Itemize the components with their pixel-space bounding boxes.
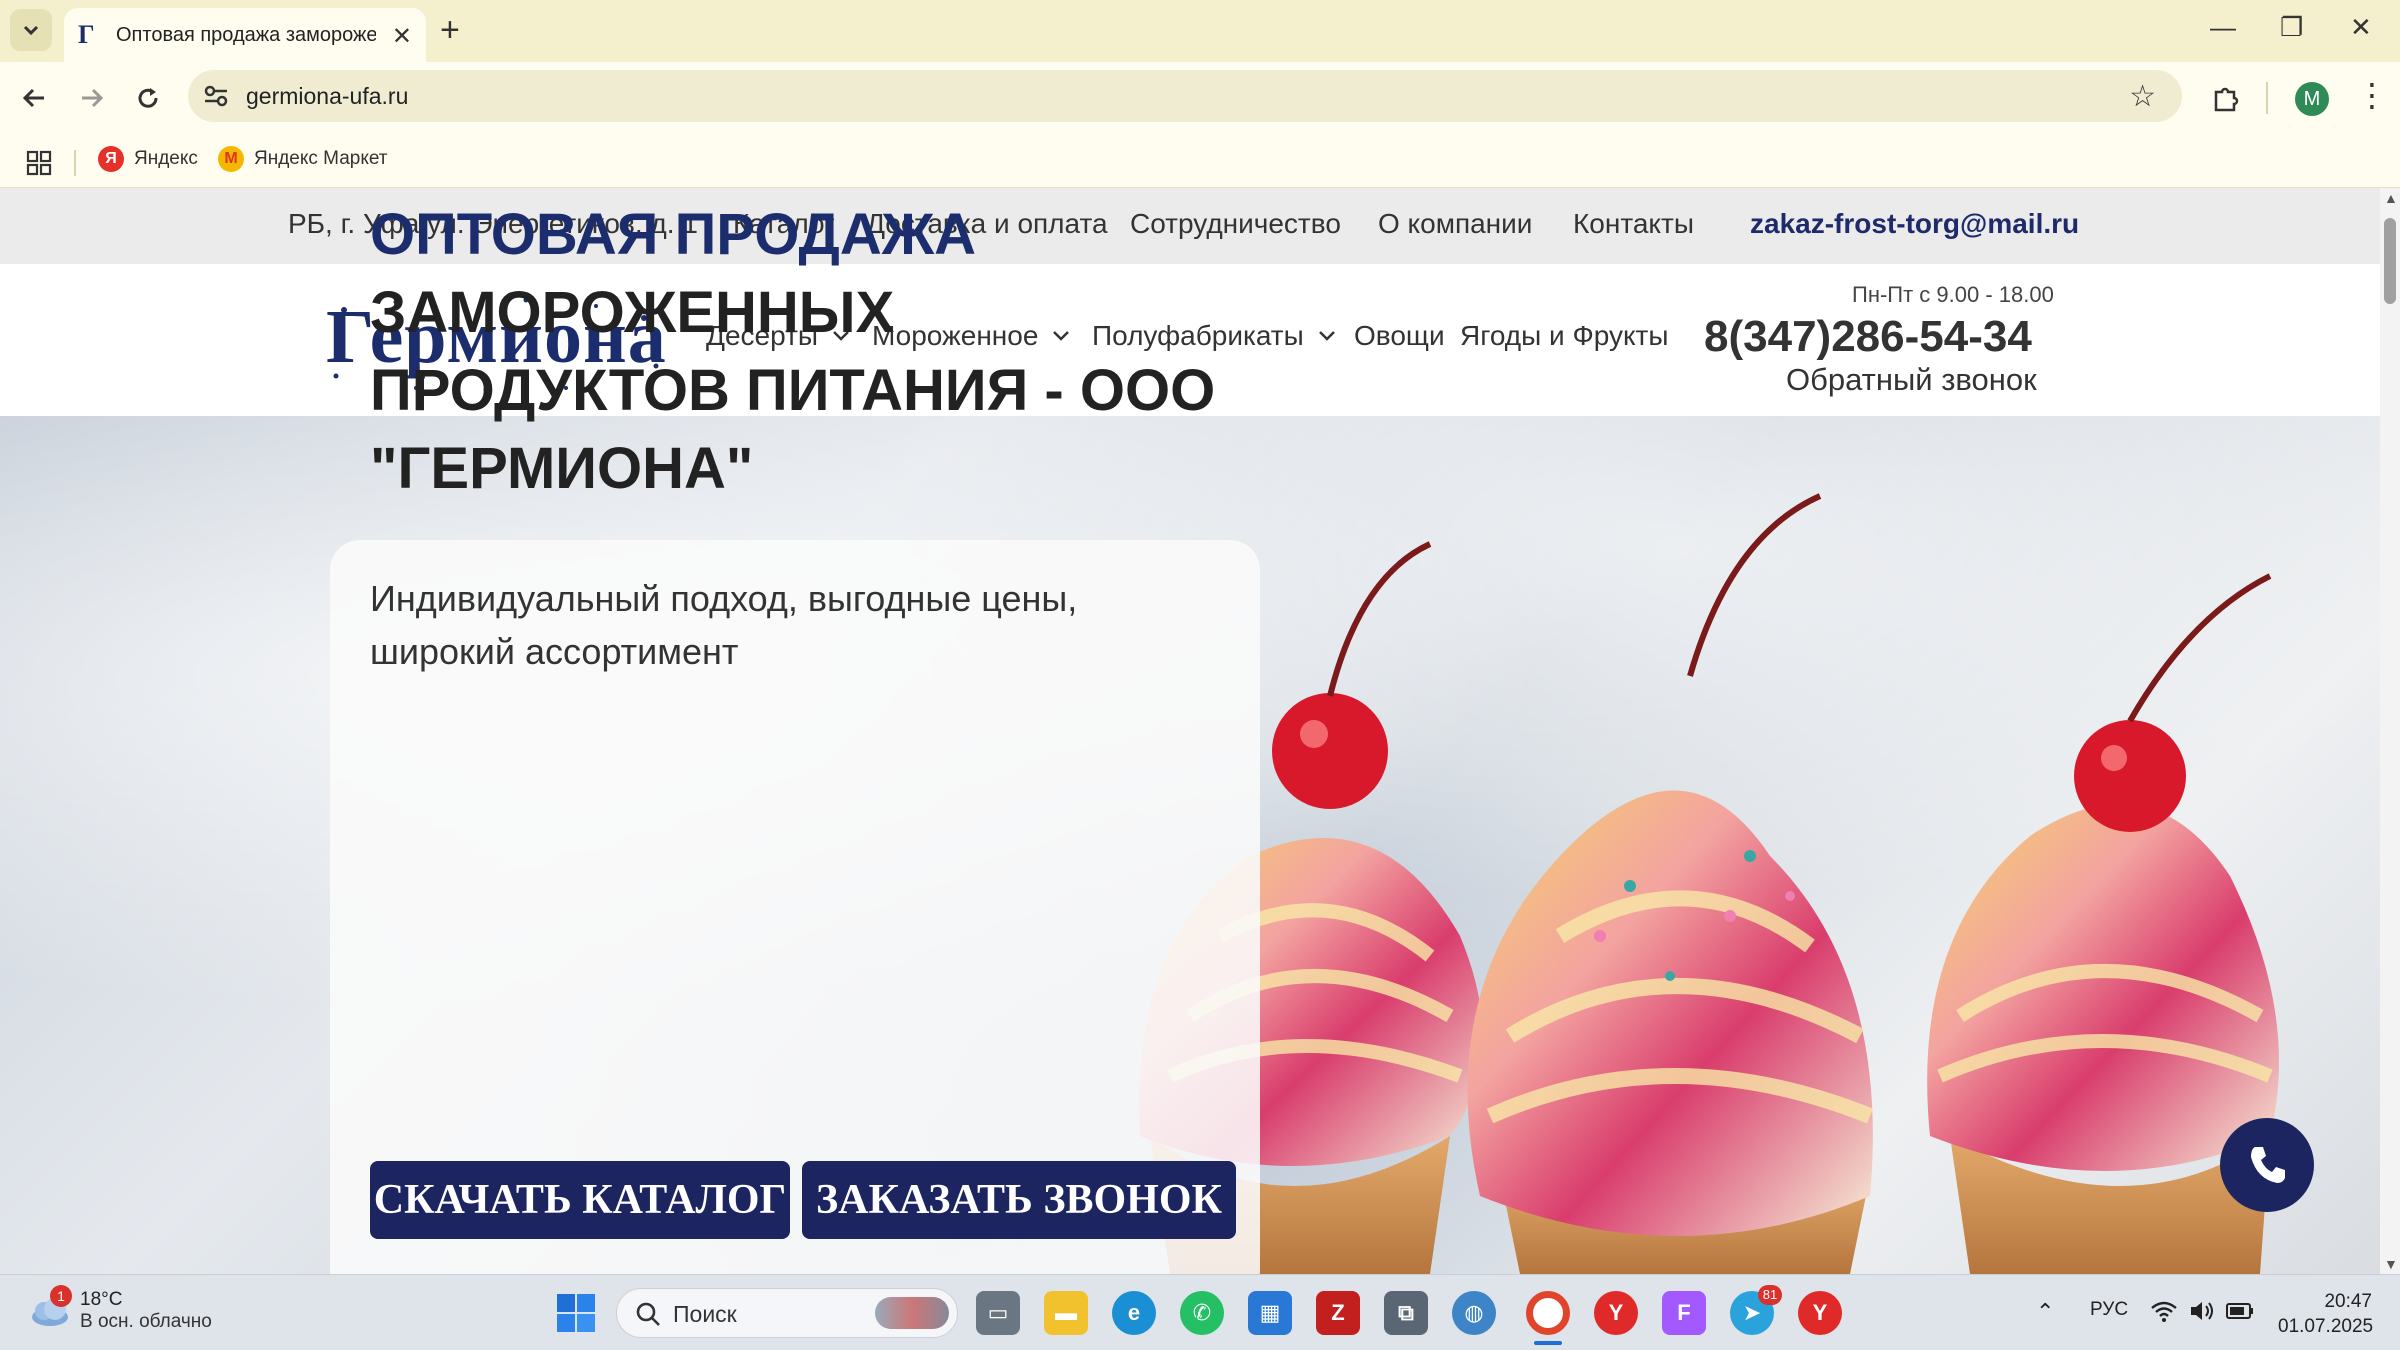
bookmark-yandex-market[interactable]: M Яндекс Маркет — [218, 146, 388, 172]
language-indicator[interactable]: РУС — [2090, 1299, 2128, 1321]
filezilla-icon[interactable]: Z — [1316, 1291, 1360, 1335]
windows-taskbar: 1 18°C В осн. облачно Поиск ▭ ▬ e ✆ ▦ Z … — [0, 1274, 2400, 1350]
weather-desc: В осн. облачно — [80, 1311, 212, 1332]
task-view-icon[interactable]: ▭ — [976, 1291, 1020, 1335]
search-label: Поиск — [673, 1301, 737, 1327]
forward-button[interactable] — [72, 78, 112, 118]
tray-chevron-up-icon[interactable]: ⌃ — [2036, 1299, 2054, 1325]
taskbar-search[interactable]: Поиск — [616, 1288, 958, 1338]
windows-start-icon[interactable] — [556, 1293, 596, 1333]
hero-title: ОПТОВАЯ ПРОДАЖА ЗАМОРОЖЕННЫХ ПРОДУКТОВ П… — [370, 196, 1230, 508]
restore-icon[interactable]: ❐ — [2280, 12, 2303, 43]
reload-icon — [138, 88, 158, 108]
callback-link[interactable]: Обратный звонок — [1786, 362, 2037, 398]
menu-berries-fruits[interactable]: Ягоды и Фрукты — [1460, 320, 1669, 352]
screen: { "browser": { "tab_title": "Оптовая про… — [0, 0, 2400, 1350]
chevron-down-icon — [23, 25, 39, 36]
system-clock[interactable]: 20:47 01.07.2025 — [2278, 1289, 2374, 1339]
back-button[interactable] — [14, 78, 54, 118]
wifi-icon[interactable] — [2150, 1299, 2178, 1323]
chrome-icon[interactable] — [1526, 1291, 1570, 1335]
search-highlight-image — [875, 1297, 949, 1329]
search-icon — [636, 1302, 660, 1326]
browser-toolbar: germiona-ufa.ru ☆ M ⋮ — [0, 62, 2400, 136]
menu-vegetables[interactable]: Овощи — [1354, 320, 1445, 352]
clock-time: 20:47 — [2324, 1291, 2372, 1312]
network-tool-icon[interactable]: ⧉ — [1384, 1291, 1428, 1335]
yandex-market-icon: M — [218, 146, 244, 172]
active-app-indicator — [1534, 1341, 1562, 1345]
menu-label: Овощи — [1354, 320, 1445, 351]
hero-subtitle: Индивидуальный подход, выгодные цены, ши… — [370, 578, 1078, 672]
nav-link-contacts[interactable]: Контакты — [1573, 208, 1694, 240]
file-explorer-icon[interactable]: ▬ — [1044, 1291, 1088, 1335]
edge-icon[interactable]: e — [1112, 1291, 1156, 1335]
reload-button[interactable] — [128, 78, 168, 118]
bookmarks-divider — [74, 150, 76, 176]
yandex-browser-icon[interactable]: Y — [1594, 1291, 1638, 1335]
battery-icon[interactable] — [2226, 1301, 2254, 1321]
bookmarks-bar: Я Яндекс M Яндекс Маркет — [0, 136, 2400, 188]
scroll-thumb[interactable] — [2384, 218, 2396, 304]
tab-close-icon[interactable]: ✕ — [392, 22, 412, 51]
whatsapp-icon[interactable]: ✆ — [1180, 1291, 1224, 1335]
weather-widget[interactable]: 1 18°C В осн. облачно — [28, 1285, 212, 1333]
site-favicon-icon: Г — [78, 20, 95, 49]
ice-cream-cones-image — [1139, 493, 2279, 1274]
bookmark-label: Яндекс Маркет — [254, 148, 388, 169]
chevron-down-icon — [1318, 331, 1335, 341]
url-text[interactable]: germiona-ufa.ru — [246, 83, 408, 110]
floating-call-button[interactable] — [2220, 1118, 2314, 1212]
working-hours: Пн-Пт с 9.00 - 18.00 — [1852, 282, 2054, 307]
microsoft-store-icon[interactable]: ▦ — [1248, 1291, 1292, 1335]
hero-title-rest: ЗАМОРОЖЕННЫХ ПРОДУКТОВ ПИТАНИЯ - ООО "ГЕ… — [370, 280, 1216, 501]
extensions-icon[interactable] — [2210, 82, 2242, 114]
tab-title: Оптовая продажа заморожен — [116, 23, 376, 46]
phone-icon — [2251, 1147, 2285, 1183]
figma-icon[interactable]: F — [1662, 1291, 1706, 1335]
minimize-icon[interactable]: — — [2210, 12, 2236, 43]
site-settings-icon[interactable] — [202, 82, 230, 110]
scroll-up-icon[interactable]: ▲ — [2384, 190, 2398, 206]
bookmark-star-icon[interactable]: ☆ — [2129, 79, 2156, 114]
bookmark-label: Яндекс — [134, 148, 198, 169]
weather-temp: 18°C — [80, 1289, 123, 1310]
hero-section — [0, 416, 2380, 1274]
page-scrollbar[interactable]: ▲ ▼ — [2380, 188, 2400, 1274]
browser-tab-active[interactable]: Г Оптовая продажа заморожен ✕ — [64, 8, 426, 62]
menu-label: Ягоды и Фрукты — [1460, 320, 1669, 351]
bookmark-yandex[interactable]: Я Яндекс — [98, 146, 198, 172]
globe-app-icon[interactable]: ◍ — [1452, 1291, 1496, 1335]
yandex-icon[interactable]: Y — [1798, 1291, 1842, 1335]
volume-icon[interactable] — [2188, 1299, 2216, 1323]
telegram-badge: 81 — [1758, 1285, 1782, 1305]
arrow-right-icon — [82, 88, 104, 108]
address-bar[interactable]: germiona-ufa.ru ☆ — [188, 70, 2182, 122]
new-tab-button[interactable]: + — [440, 12, 460, 48]
download-catalog-button[interactable]: СКАЧАТЬ КАТАЛОГ — [370, 1161, 790, 1239]
weather-badge: 1 — [50, 1285, 72, 1307]
browser-tab-bar: Г Оптовая продажа заморожен ✕ + — ❐ ✕ — [0, 0, 2400, 62]
apps-grid-icon[interactable] — [26, 150, 52, 176]
clock-date: 01.07.2025 — [2278, 1316, 2374, 1337]
hero-title-accent: ОПТОВАЯ ПРОДАЖА — [370, 202, 977, 267]
scroll-down-icon[interactable]: ▼ — [2384, 1256, 2398, 1272]
arrow-left-icon — [22, 88, 44, 108]
profile-avatar[interactable]: M — [2295, 82, 2329, 116]
email-link[interactable]: zakaz-frost-torg@mail.ru — [1750, 208, 2079, 240]
yandex-icon: Я — [98, 146, 124, 172]
window-close-icon[interactable]: ✕ — [2350, 12, 2372, 43]
nav-link-about[interactable]: О компании — [1378, 208, 1532, 240]
order-call-button[interactable]: ЗАКАЗАТЬ ЗВОНОК — [802, 1161, 1236, 1239]
menu-kebab-icon[interactable]: ⋮ — [2356, 76, 2388, 114]
toolbar-divider — [2266, 82, 2268, 114]
phone-link[interactable]: 8(347)286-54-34 — [1704, 312, 2032, 362]
tab-search-button[interactable] — [10, 9, 52, 51]
